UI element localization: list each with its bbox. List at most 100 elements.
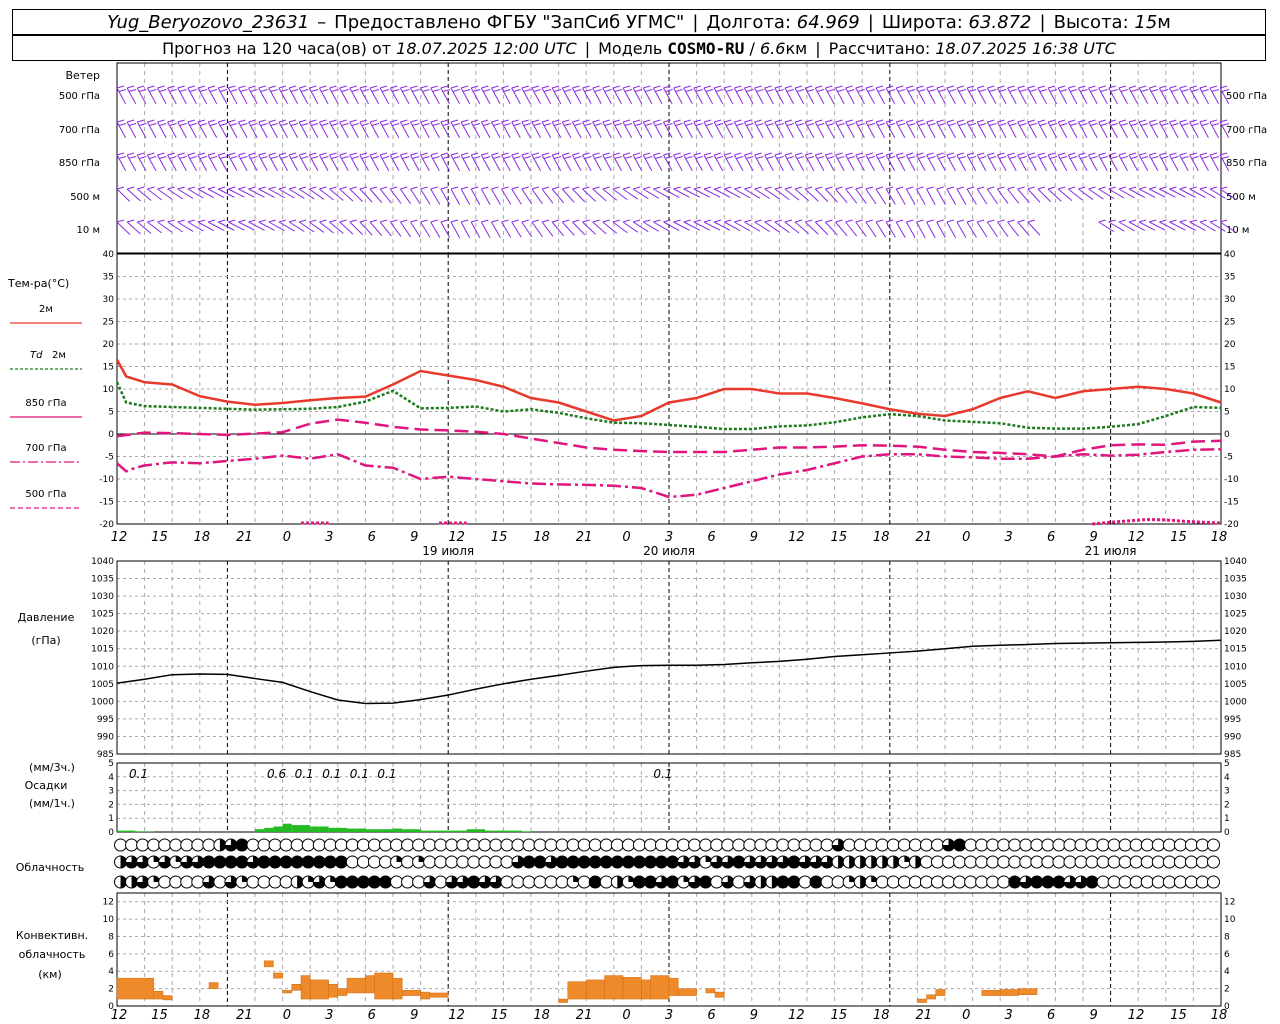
wind-barb-feather	[300, 89, 309, 92]
wind-barb-feather	[592, 219, 600, 223]
wind-barb-feather	[1128, 219, 1137, 223]
wind-barb-feather	[1080, 156, 1088, 159]
cloud-cover-icon	[975, 875, 989, 889]
wind-barb-feather	[116, 152, 125, 156]
wind-barb-feather	[543, 156, 552, 159]
wind-barb-feather	[622, 186, 631, 190]
wind-barb-feather	[572, 186, 580, 190]
wind-barb-feather	[786, 156, 794, 159]
precip-bar	[521, 831, 531, 832]
hour-label-temp: 18	[1211, 530, 1228, 545]
wind-barb-feather	[339, 119, 347, 123]
cloud-cover-icon	[356, 855, 370, 869]
wind-barb-feather	[290, 156, 299, 159]
wind-barb	[399, 221, 412, 238]
wind-barb	[572, 188, 586, 203]
wind-barb-feather	[511, 85, 519, 89]
cloud-cover-icon	[434, 838, 448, 852]
wind-barb	[865, 221, 877, 238]
wind-barb-feather	[1110, 156, 1118, 159]
hour-label-temp: 15	[491, 530, 508, 545]
wind-barb-feather	[987, 152, 995, 156]
wind-barb-feather	[948, 156, 956, 159]
conv-cloud-bar	[650, 975, 670, 1000]
wind-barb-feather	[845, 152, 853, 156]
wind-barb-feather	[977, 186, 985, 190]
cloud-cover-icon	[180, 875, 194, 889]
wind-barb-feather	[159, 89, 167, 92]
wind-barb	[126, 188, 141, 202]
hour-label-bottom: 9	[410, 1008, 418, 1023]
temp-title: Тем-ра(°C)	[7, 277, 69, 290]
wind-barb-feather	[794, 219, 803, 223]
wind-barb-feather	[1017, 85, 1025, 89]
y-tick-label-right: 12	[1224, 898, 1235, 908]
wind-barb-feather	[645, 156, 653, 159]
wind-barb-feather	[187, 219, 195, 223]
cloud-cover-icon	[279, 838, 293, 852]
hour-label-temp: 9	[750, 530, 758, 545]
wind-barb-feather	[806, 123, 815, 126]
wind-barb-feather	[865, 186, 874, 190]
wind-barb-feather	[392, 156, 400, 159]
wind-barb-feather	[521, 152, 529, 156]
wind-barb	[450, 188, 461, 205]
precip-3h-label: 0.1	[295, 767, 314, 781]
wind-barb-feather	[1118, 85, 1127, 89]
wind-barb-feather	[622, 85, 631, 89]
wind-barb-feather	[1171, 123, 1179, 126]
cloud-cover-icon	[125, 875, 139, 889]
wind-barb-feather	[1149, 85, 1157, 89]
wind-barb-feather	[643, 119, 651, 123]
wind-barb-feather	[746, 123, 754, 126]
wind-barb-feather	[592, 85, 600, 89]
wind-barb-feather	[825, 219, 833, 223]
wind-barb-feather	[300, 123, 309, 126]
cloud-cover-icon	[312, 838, 326, 852]
wind-barb-feather	[1090, 123, 1098, 126]
wind-barb	[703, 188, 721, 198]
cloud-cover-icon	[964, 855, 978, 869]
cloud-cover-icon	[323, 838, 337, 852]
wind-barb-feather	[746, 156, 754, 159]
wind-barb-feather	[847, 123, 855, 126]
wind-barb-feather	[369, 219, 378, 223]
y-tick-label-left: 1010	[91, 662, 114, 672]
wind-barb-feather	[339, 152, 347, 156]
cloud-cover-icon	[809, 855, 823, 869]
wind-barb-feather	[592, 119, 600, 123]
wind-barb-feather	[541, 152, 550, 156]
wind-barb-feather	[562, 186, 570, 190]
precip-bar	[383, 829, 393, 832]
wind-barb-feather	[622, 119, 631, 123]
wind-barb-feather	[460, 85, 469, 89]
wind-barb-feather	[896, 85, 904, 89]
wind-barb-feather	[584, 156, 592, 159]
precip-3h-label: 0.1	[350, 767, 369, 781]
wind-barb-feather	[796, 89, 805, 92]
precip-bar	[255, 829, 265, 832]
wind-barb	[997, 188, 1009, 204]
wind-barb-feather	[1007, 186, 1015, 190]
wind-barb-feather	[501, 85, 509, 89]
y-tick-label-right: 8	[1224, 932, 1230, 942]
wind-barb-feather	[452, 156, 461, 159]
cloud-cover-icon	[566, 875, 580, 889]
wind-barb-feather	[815, 186, 823, 190]
cloud-cover-icon	[180, 855, 194, 869]
cloud-cover-icon	[743, 875, 757, 889]
wind-barb	[369, 188, 383, 203]
wind-barb-feather	[632, 152, 641, 156]
wind-barb	[713, 188, 731, 198]
wind-barb-feather	[260, 123, 268, 126]
wind-barb-feather	[1068, 85, 1076, 89]
wind-barb-feather	[815, 152, 823, 156]
conv-cloud-bar	[300, 975, 311, 1000]
wind-barb-feather	[420, 85, 428, 89]
wind-barb-feather	[845, 119, 853, 123]
wind-barb-feather	[705, 156, 714, 159]
wind-barb-feather	[784, 219, 793, 223]
cloud-cover-icon	[1162, 855, 1176, 869]
wind-barb-feather	[531, 119, 540, 123]
wind-barb-feather	[311, 123, 319, 126]
